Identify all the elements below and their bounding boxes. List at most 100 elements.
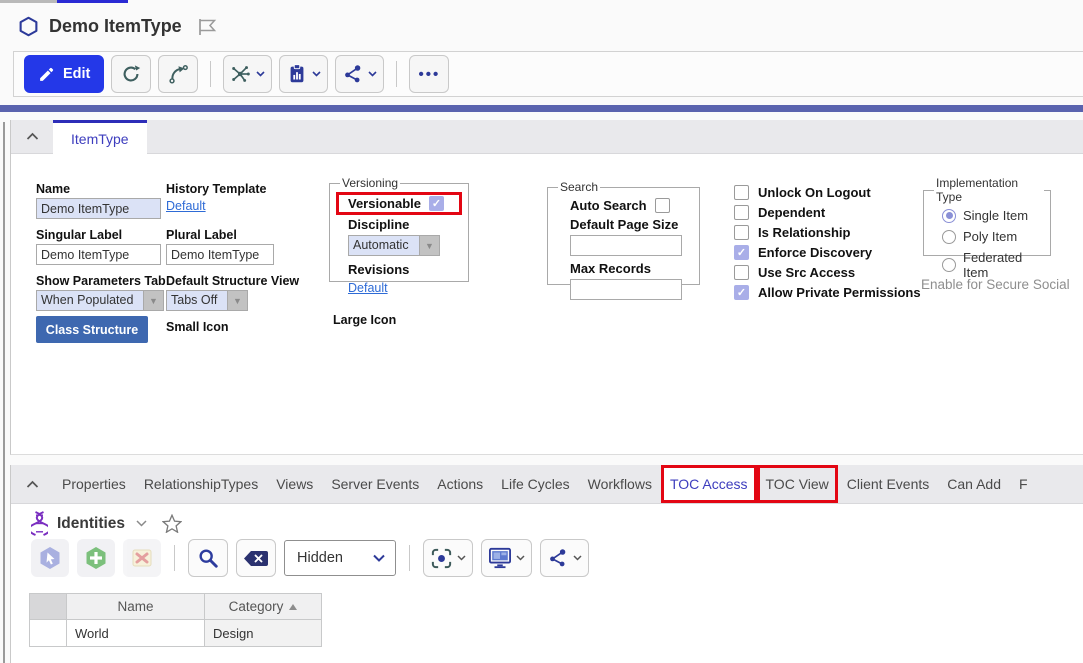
search-legend: Search bbox=[558, 180, 600, 194]
tab-properties[interactable]: Properties bbox=[53, 465, 135, 503]
collapse-relationships-button[interactable] bbox=[11, 465, 53, 503]
delete-row-button[interactable] bbox=[123, 539, 161, 577]
name-input[interactable] bbox=[36, 198, 161, 219]
tab-label: Life Cycles bbox=[501, 476, 569, 492]
share-grid-button[interactable] bbox=[540, 539, 589, 577]
federated-item-radio[interactable] bbox=[942, 258, 956, 272]
collapse-form-panel-button[interactable] bbox=[11, 120, 53, 153]
refresh-icon bbox=[120, 63, 142, 85]
revisions-default-link[interactable]: Default bbox=[348, 281, 388, 295]
poly-item-radio[interactable] bbox=[942, 230, 956, 244]
tab-views[interactable]: Views bbox=[267, 465, 322, 503]
name-label: Name bbox=[36, 182, 70, 196]
show-parameters-tab-select[interactable]: When Populated ▼ bbox=[36, 290, 164, 311]
discipline-select[interactable]: Automatic ▼ bbox=[348, 235, 440, 256]
tab-actions[interactable]: Actions bbox=[428, 465, 492, 503]
radio-row-federated-item[interactable]: Federated Item bbox=[942, 250, 1044, 280]
panel-splitter[interactable] bbox=[0, 105, 1083, 112]
default-structure-view-select[interactable]: Tabs Off ▼ bbox=[166, 290, 248, 311]
singular-label-input[interactable] bbox=[36, 244, 161, 265]
checkbox-row-use-src-access[interactable]: Use Src Access bbox=[734, 262, 921, 282]
display-view-icon bbox=[488, 547, 512, 569]
chevron-down-icon bbox=[373, 554, 385, 562]
share-button[interactable] bbox=[335, 55, 384, 93]
checkbox-row-unlock-on-logout[interactable]: Unlock On Logout bbox=[734, 182, 921, 202]
tab-client-events[interactable]: Client Events bbox=[838, 465, 938, 503]
promote-button[interactable] bbox=[158, 55, 198, 93]
tab-cutoff[interactable]: F bbox=[1010, 465, 1037, 503]
chevron-down-icon bbox=[312, 71, 321, 77]
tab-server-events[interactable]: Server Events bbox=[322, 465, 428, 503]
favorite-star-icon[interactable] bbox=[162, 514, 182, 533]
chevron-down-icon[interactable] bbox=[136, 520, 147, 527]
max-records-input[interactable] bbox=[570, 279, 682, 300]
row-handle-header[interactable] bbox=[29, 593, 67, 620]
inactive-tab-line bbox=[0, 0, 57, 3]
toolbar-separator bbox=[174, 545, 175, 571]
run-search-button[interactable] bbox=[188, 539, 228, 577]
clear-search-button[interactable] bbox=[236, 539, 276, 577]
tab-relationshiptypes[interactable]: RelationshipTypes bbox=[135, 465, 267, 503]
tab-can-add[interactable]: Can Add bbox=[938, 465, 1010, 503]
toolbar-separator bbox=[409, 545, 410, 571]
graph-view-button[interactable] bbox=[223, 55, 272, 93]
tab-toc-view[interactable]: TOC View bbox=[757, 465, 838, 503]
radio-row-single-item[interactable]: Single Item bbox=[942, 208, 1044, 223]
refresh-button[interactable] bbox=[111, 55, 151, 93]
row-handle-cell[interactable] bbox=[29, 620, 67, 647]
default-page-size-input[interactable] bbox=[570, 235, 682, 256]
column-header-category[interactable]: Category bbox=[205, 593, 322, 620]
unlock-on-logout-label: Unlock On Logout bbox=[758, 185, 871, 200]
allow-private-permissions-checkbox[interactable] bbox=[734, 285, 749, 300]
chevron-down-icon[interactable]: ▼ bbox=[419, 236, 439, 255]
is-relationship-checkbox[interactable] bbox=[734, 225, 749, 240]
checkbox-row-enforce-discovery[interactable]: Enforce Discovery bbox=[734, 242, 921, 262]
edit-button[interactable]: Edit bbox=[24, 55, 104, 93]
cell-name[interactable]: World bbox=[67, 620, 205, 647]
plural-label-input[interactable] bbox=[166, 244, 274, 265]
cell-category[interactable]: Design bbox=[205, 620, 322, 647]
checkbox-row-is-relationship[interactable]: Is Relationship bbox=[734, 222, 921, 242]
column-header-name[interactable]: Name bbox=[67, 593, 205, 620]
class-structure-button[interactable]: Class Structure bbox=[36, 316, 148, 343]
search-fieldset: Search Auto Search Default Page Size Max… bbox=[547, 180, 700, 285]
versionable-checkbox[interactable] bbox=[429, 196, 444, 211]
select-item-button[interactable] bbox=[31, 539, 69, 577]
history-template-link[interactable]: Default bbox=[166, 199, 206, 213]
more-actions-button[interactable]: ••• bbox=[409, 55, 449, 93]
checkbox-row-dependent[interactable]: Dependent bbox=[734, 202, 921, 222]
chevron-down-icon bbox=[573, 555, 582, 561]
checkbox-row-allow-private-permissions[interactable]: Allow Private Permissions bbox=[734, 282, 921, 302]
add-row-button[interactable] bbox=[77, 539, 115, 577]
app-window: Demo ItemType Edit bbox=[0, 0, 1083, 663]
implementation-type-fieldset: Implementation Type Single Item Poly Ite… bbox=[923, 176, 1051, 256]
itemtype-hexagon-icon bbox=[18, 16, 39, 37]
unlock-on-logout-checkbox[interactable] bbox=[734, 185, 749, 200]
tab-life-cycles[interactable]: Life Cycles bbox=[492, 465, 578, 503]
hidden-filter-select[interactable]: Hidden bbox=[284, 540, 396, 576]
auto-search-checkbox[interactable] bbox=[655, 198, 670, 213]
radio-row-poly-item[interactable]: Poly Item bbox=[942, 229, 1044, 244]
enforce-discovery-label: Enforce Discovery bbox=[758, 245, 872, 260]
enforce-discovery-checkbox[interactable] bbox=[734, 245, 749, 260]
tab-workflows[interactable]: Workflows bbox=[579, 465, 661, 503]
tab-label: RelationshipTypes bbox=[144, 476, 258, 492]
single-item-label: Single Item bbox=[963, 208, 1028, 223]
chevron-down-icon bbox=[457, 555, 466, 561]
report-clipboard-icon bbox=[286, 63, 308, 85]
dna-icon bbox=[31, 511, 48, 536]
auto-search-row: Auto Search bbox=[570, 198, 693, 213]
scan-target-button[interactable] bbox=[423, 539, 473, 577]
form-tabstrip: ItemType bbox=[11, 120, 1083, 154]
dependent-checkbox[interactable] bbox=[734, 205, 749, 220]
chevron-down-icon[interactable]: ▼ bbox=[143, 291, 163, 310]
tab-itemtype[interactable]: ItemType bbox=[53, 120, 147, 154]
flag-icon[interactable] bbox=[196, 17, 218, 37]
chevron-down-icon[interactable]: ▼ bbox=[227, 291, 247, 310]
versionable-row-annotated: Versionable bbox=[336, 192, 462, 215]
reports-button[interactable] bbox=[279, 55, 328, 93]
display-view-button[interactable] bbox=[481, 539, 532, 577]
single-item-radio[interactable] bbox=[942, 209, 956, 223]
use-src-access-checkbox[interactable] bbox=[734, 265, 749, 280]
tab-toc-access[interactable]: TOC Access bbox=[661, 465, 757, 503]
